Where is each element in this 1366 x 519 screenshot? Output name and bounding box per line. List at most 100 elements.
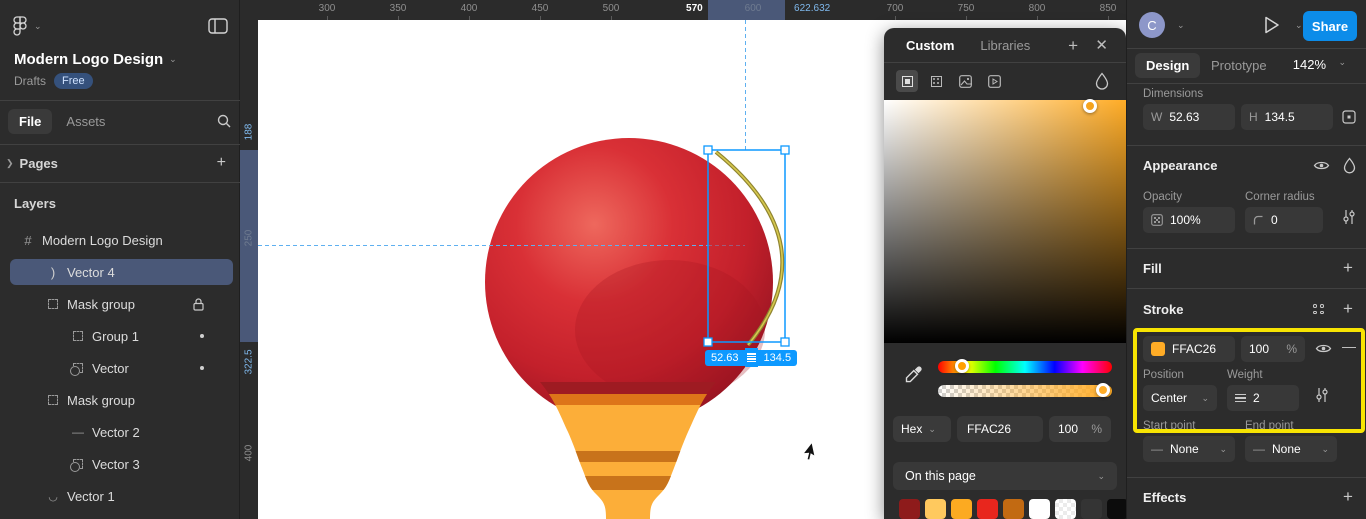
alpha-handle[interactable] bbox=[1096, 383, 1110, 397]
eye-icon[interactable] bbox=[1313, 159, 1330, 172]
tab-assets[interactable]: Assets bbox=[66, 114, 105, 129]
image-fill-icon[interactable] bbox=[954, 70, 976, 92]
chevron-down-icon[interactable]: ⌄ bbox=[1338, 57, 1346, 68]
weight-label: Weight bbox=[1227, 369, 1263, 381]
vertical-ruler[interactable]: 188 250 322.5 400 bbox=[240, 20, 258, 519]
layer-row-vector-1[interactable]: ◡ Vector 1 bbox=[0, 480, 240, 512]
zoom-level[interactable]: 142% bbox=[1293, 57, 1326, 72]
lock-icon[interactable] bbox=[193, 297, 204, 311]
eyedropper-icon[interactable] bbox=[904, 365, 924, 385]
corner-radius-input[interactable]: 0 bbox=[1245, 207, 1323, 233]
height-value: 134.5 bbox=[757, 349, 798, 366]
hue-slider[interactable] bbox=[938, 359, 1112, 373]
color-swatch[interactable] bbox=[1055, 499, 1076, 519]
layer-row-vector[interactable]: Vector bbox=[0, 352, 240, 384]
color-swatch[interactable] bbox=[1003, 499, 1024, 519]
corner-radius-icon bbox=[1253, 215, 1263, 224]
stroke-weight-input[interactable]: 2 bbox=[1227, 385, 1299, 411]
color-swatch[interactable] bbox=[899, 499, 920, 519]
add-effect-icon[interactable]: + bbox=[1343, 487, 1353, 507]
sliders-icon[interactable] bbox=[1315, 387, 1329, 403]
start-point-dropdown[interactable]: — None ⌄ bbox=[1143, 436, 1235, 462]
add-style-icon[interactable]: + bbox=[1068, 36, 1078, 56]
layer-row-modern-logo-design[interactable]: # Modern Logo Design bbox=[0, 224, 240, 256]
width-value: 52.63 bbox=[705, 349, 745, 366]
ruler-tick: 400 bbox=[243, 444, 255, 461]
scope-dropdown[interactable]: On this page ⌄ bbox=[893, 462, 1117, 490]
color-swatch[interactable] bbox=[925, 499, 946, 519]
stroke-opacity-input[interactable]: 100% bbox=[1241, 336, 1305, 362]
horizontal-ruler[interactable]: 300 350 400 450 500 570 600 622.632 700 750 800 850 bbox=[240, 0, 1126, 20]
stroke-color-chip[interactable] bbox=[1151, 342, 1165, 356]
color-swatch[interactable] bbox=[1081, 499, 1102, 519]
blend-droplet-icon[interactable] bbox=[1343, 157, 1356, 174]
chevron-down-icon[interactable]: ⌄ bbox=[34, 21, 42, 32]
color-field-handle[interactable] bbox=[1083, 99, 1097, 113]
opacity-label: Opacity bbox=[1143, 191, 1182, 203]
color-swatch[interactable] bbox=[1029, 499, 1050, 519]
dimension-badge: 52.63 134.5 bbox=[705, 348, 798, 367]
saturation-value-field[interactable] bbox=[884, 99, 1126, 343]
layers-tree: # Modern Logo Design) Vector 4 Mask group Gr… bbox=[0, 224, 240, 512]
hue-handle[interactable] bbox=[955, 359, 969, 373]
color-swatch[interactable] bbox=[977, 499, 998, 519]
width-input[interactable]: W 52.63 bbox=[1143, 104, 1235, 130]
opacity-input[interactable]: 100% bbox=[1049, 416, 1111, 442]
figma-logo-icon[interactable] bbox=[12, 15, 28, 37]
layer-label: Vector bbox=[92, 360, 129, 376]
video-fill-icon[interactable] bbox=[983, 70, 1005, 92]
weight-icon bbox=[1235, 393, 1246, 403]
layer-row-vector-4[interactable]: ) Vector 4 bbox=[0, 256, 240, 288]
layer-row-group-1[interactable]: Group 1 bbox=[0, 320, 240, 352]
color-swatch[interactable] bbox=[1107, 499, 1128, 519]
constrain-icon[interactable] bbox=[1341, 109, 1357, 125]
layer-row-mask-group[interactable]: Mask group bbox=[0, 288, 240, 320]
layout-panel-icon[interactable] bbox=[208, 18, 228, 34]
share-button[interactable]: Share bbox=[1303, 11, 1357, 41]
gradient-fill-icon[interactable] bbox=[925, 70, 947, 92]
opacity-input[interactable]: 100% bbox=[1143, 207, 1235, 233]
pages-section-label[interactable]: Pages bbox=[20, 156, 58, 171]
alpha-slider[interactable] bbox=[938, 383, 1112, 397]
ruler-tick: 622.632 bbox=[794, 3, 831, 14]
layer-row-mask-group[interactable]: Mask group bbox=[0, 384, 240, 416]
add-stroke-icon[interactable]: + bbox=[1343, 299, 1353, 319]
tab-file[interactable]: File bbox=[8, 108, 53, 134]
chevron-right-icon[interactable]: ❯ bbox=[6, 158, 14, 169]
chevron-down-icon[interactable]: ⌄ bbox=[1295, 20, 1303, 31]
add-page-icon[interactable]: + bbox=[217, 154, 226, 172]
chevron-down-icon[interactable]: ⌄ bbox=[1177, 20, 1185, 31]
eye-icon[interactable] bbox=[1315, 342, 1332, 355]
sliders-icon[interactable] bbox=[1342, 209, 1356, 225]
tab-libraries[interactable]: Libraries bbox=[980, 38, 1030, 53]
layer-row-vector-2[interactable]: — Vector 2 bbox=[0, 416, 240, 448]
tab-custom[interactable]: Custom bbox=[906, 38, 954, 53]
search-icon[interactable] bbox=[216, 113, 232, 129]
layer-row-vector-3[interactable]: Vector 3 bbox=[0, 448, 240, 480]
play-icon[interactable] bbox=[1263, 15, 1281, 35]
chevron-down-icon[interactable]: ⌄ bbox=[169, 54, 177, 65]
end-point-dropdown[interactable]: — None ⌄ bbox=[1245, 436, 1337, 462]
file-title[interactable]: Modern Logo Design bbox=[14, 51, 163, 68]
blend-droplet-icon[interactable] bbox=[1095, 72, 1109, 90]
hex-input[interactable]: FFAC26 bbox=[957, 416, 1043, 442]
close-icon[interactable]: ✕ bbox=[1095, 36, 1108, 54]
stroke-color-row[interactable]: FFAC26 bbox=[1143, 336, 1235, 362]
ruler-tick: 322.5 bbox=[243, 349, 255, 375]
tab-prototype[interactable]: Prototype bbox=[1211, 58, 1267, 73]
tab-design[interactable]: Design bbox=[1135, 53, 1201, 78]
solid-fill-icon[interactable] bbox=[896, 70, 918, 92]
breadcrumb[interactable]: Drafts bbox=[14, 74, 46, 88]
height-input[interactable]: H 134.5 bbox=[1241, 104, 1333, 130]
color-swatch[interactable] bbox=[951, 499, 972, 519]
add-fill-icon[interactable]: + bbox=[1343, 258, 1353, 278]
ruler-tick: 300 bbox=[318, 3, 336, 14]
ruler-tick: 700 bbox=[886, 3, 904, 14]
remove-stroke-icon[interactable]: — bbox=[1342, 338, 1356, 354]
layer-icon bbox=[45, 299, 61, 309]
styles-four-dots-icon[interactable] bbox=[1313, 304, 1324, 314]
fill-label: Fill bbox=[1143, 261, 1162, 276]
avatar[interactable]: C bbox=[1139, 12, 1165, 38]
stroke-position-dropdown[interactable]: Center ⌄ bbox=[1143, 385, 1217, 411]
color-mode-dropdown[interactable]: Hex ⌄ bbox=[893, 416, 951, 442]
